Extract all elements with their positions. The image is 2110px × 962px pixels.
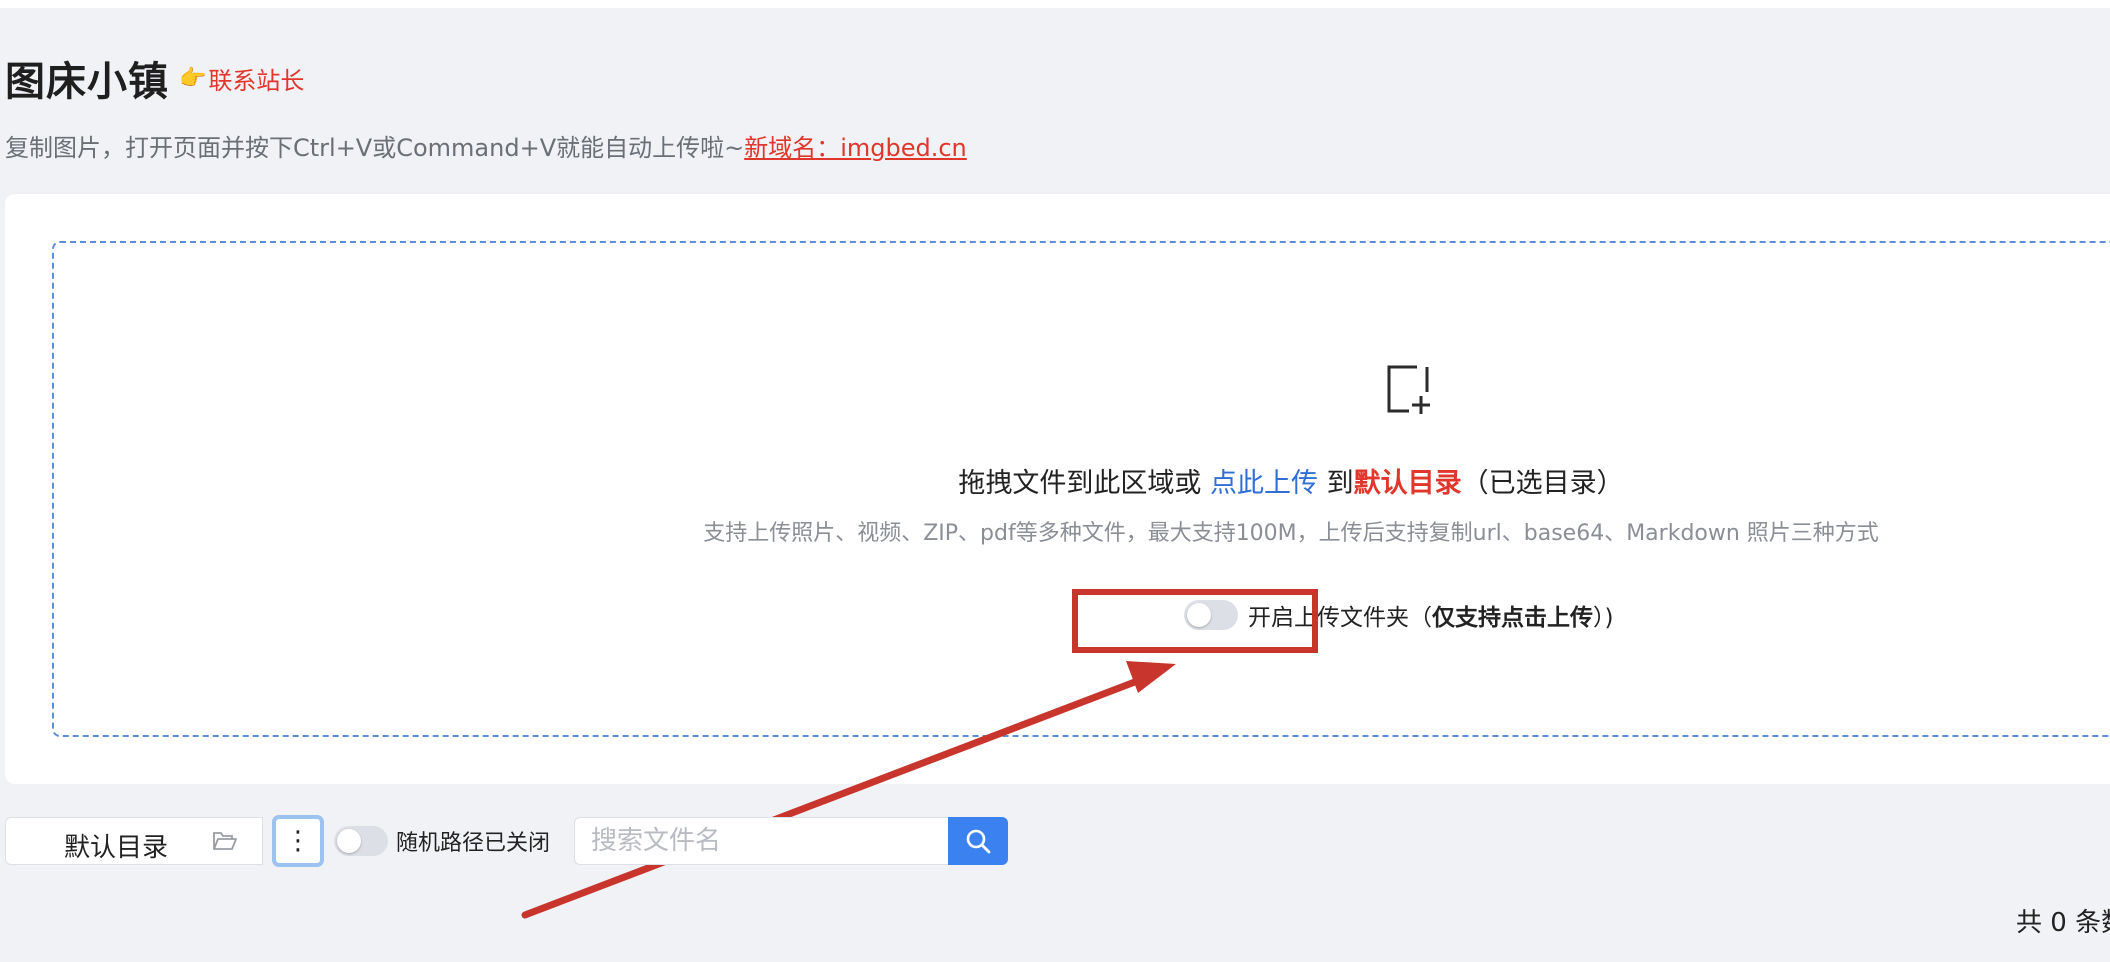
header: 图床小镇 👉 联系站长 [5,50,304,106]
upload-card: 拖拽文件到此区域或 点此上传 到默认目录（已选目录） 支持上传照片、视频、ZIP… [5,194,2110,784]
click-upload-link[interactable]: 点此上传 [1210,468,1318,499]
target-directory: 默认目录 [1353,468,1462,499]
directory-selector[interactable]: 默认目录 [5,817,263,865]
folder-open-icon [213,832,237,850]
random-path-label: 随机路径已关闭 [396,831,551,856]
file-toolbar: 默认目录 ⋮ 随机路径已关闭 [5,815,1009,867]
page-title: 图床小镇 [5,59,169,105]
upload-hint: 支持上传照片、视频、ZIP、pdf等多种文件，最大支持100M，上传后支持复制u… [703,521,1879,546]
folder-upload-label-suffix: ）) [1593,605,1614,631]
search-bar [574,817,1009,865]
top-strip [0,0,2110,8]
subtitle: 复制图片，打开页面并按下Ctrl+V或Command+V就能自动上传啦~新域名：… [5,128,967,163]
total-count: 共 0 条数 [2016,908,2110,938]
search-icon [966,829,991,854]
search-input[interactable] [574,817,949,865]
add-file-icon [1387,365,1430,414]
search-button[interactable] [948,817,1009,865]
upload-drop-zone[interactable]: 拖拽文件到此区域或 点此上传 到默认目录（已选目录） 支持上传照片、视频、ZIP… [52,241,2110,737]
toggle-knob [337,829,361,853]
contact-admin-label: 联系站长 [208,66,305,95]
random-path-toggle[interactable] [334,826,388,856]
contact-admin-link[interactable]: 👉 联系站长 [179,61,304,96]
new-domain-link[interactable]: 新域名：imgbed.cn [744,134,967,162]
upload-instruction: 拖拽文件到此区域或 点此上传 到默认目录（已选目录） [54,461,2110,500]
upload-suffix: （已选目录） [1461,468,1624,499]
upload-mid: 到 [1318,468,1354,499]
subtitle-text: 复制图片，打开页面并按下Ctrl+V或Command+V就能自动上传啦~ [5,134,745,162]
pointing-hand-icon: 👉 [179,65,207,91]
upload-prefix: 拖拽文件到此区域或 [958,468,1210,499]
more-options-button[interactable]: ⋮ [272,815,324,867]
folder-upload-label-bold: 仅支持点击上传 [1432,605,1593,631]
directory-selector-value: 默认目录 [64,833,169,863]
highlight-annotation-box [1072,589,1318,653]
